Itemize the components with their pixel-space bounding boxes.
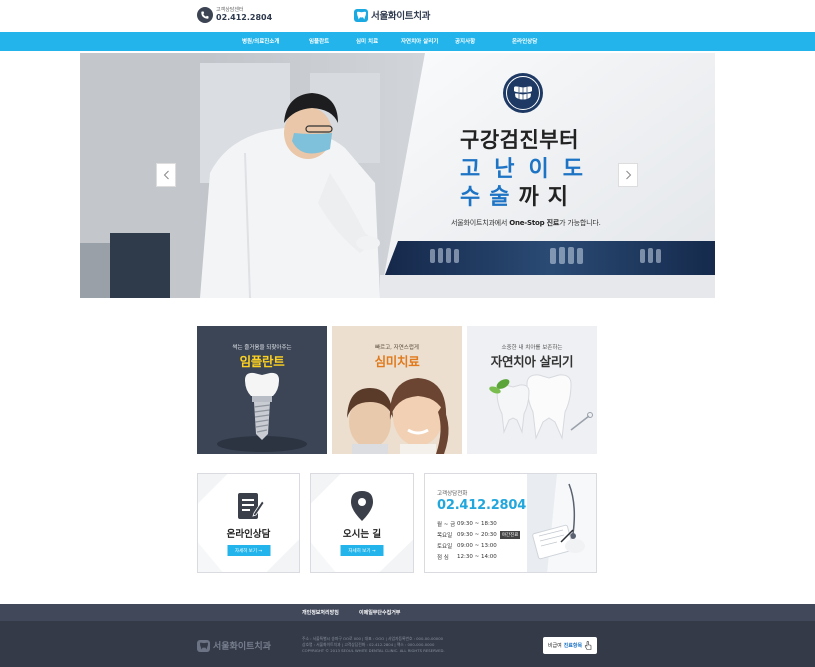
online-consult-box: 온라인상담 자세히 보기 → xyxy=(197,473,300,573)
hours-day: 월 ~ 금 xyxy=(437,521,456,528)
footer-btn-prefix: 비급여 xyxy=(547,643,562,649)
hours-day: 목요일 xyxy=(437,532,453,539)
card-implant-title: 임플란트 xyxy=(239,354,285,369)
hero-banner: 구강검진부터 고난이도 수술까지 서울화이트치과에서 One-Stop 진료가 … xyxy=(80,53,715,298)
hours-time: 09:30 ~ 18:30 xyxy=(457,520,497,527)
consult-document-icon xyxy=(237,493,264,519)
hero-subtitle: 서울화이트치과에서 One-Stop 진료가 가능합니다. xyxy=(451,218,601,228)
chevron-left-icon xyxy=(163,170,169,180)
hero-headline-3: 수술까지 xyxy=(460,179,577,211)
card-aesthetic[interactable]: 빠르고, 자연스럽게 심미치료 xyxy=(332,326,462,454)
nav-item-aesthetic[interactable]: 심미 치료 xyxy=(356,37,378,45)
hero-headline-3-blue: 수술 xyxy=(460,185,519,210)
non-covered-items-button[interactable]: 비급여 진료항목 xyxy=(543,637,597,654)
footer-btn-bold: 진료항목 xyxy=(563,643,583,649)
hero-sub-prefix: 서울화이트치과에서 xyxy=(451,219,510,227)
hours-row: 월 ~ 금 09:30 ~ 18:30 xyxy=(437,518,520,529)
nav-item-about[interactable]: 병원/의료진소개 xyxy=(242,37,279,45)
footer: 서울화이트치과 주소 : 서울특별시 송파구 OO로 000 | 대표 : OO… xyxy=(0,621,815,667)
footer-company-info: 주소 : 서울특별시 송파구 OO로 000 | 대표 : OOO | 사업자등… xyxy=(302,636,445,654)
contact-phone-number[interactable]: 02.412.2804 xyxy=(437,498,526,513)
directions-title: 오시는 길 xyxy=(342,529,382,540)
footer-copyright: COPYRIGHT © 2013 SEOUL WHITE DENTAL CLIN… xyxy=(302,648,445,653)
hand-pointer-icon xyxy=(584,641,592,650)
phone-number: 02.412.2804 xyxy=(216,13,273,22)
hero-headline-1: 구강검진부터 xyxy=(460,128,579,152)
night-clinic-badge: 야간진료 xyxy=(499,530,521,539)
directions-box: 오시는 길 자세히 보기 → xyxy=(310,473,414,573)
nav-item-online-consult[interactable]: 온라인상담 xyxy=(512,37,537,45)
hours-time: 09:00 ~ 13:00 xyxy=(457,542,497,549)
hours-day: 토요일 xyxy=(437,543,453,550)
nav-item-implant[interactable]: 임플란트 xyxy=(309,37,329,45)
contact-label: 고객상담전화 xyxy=(437,491,468,497)
privacy-policy-link[interactable]: 개인정보처리방침 xyxy=(302,609,339,616)
email-policy-link[interactable]: 이메일무단수집거부 xyxy=(359,609,400,616)
card-aesthetic-subtitle: 빠르고, 자연스럽게 xyxy=(375,345,419,351)
logo-text: 서울화이트치과 xyxy=(371,11,431,22)
slider-prev-button[interactable] xyxy=(156,163,176,187)
hours-row: 점 심 12:30 ~ 14:00 xyxy=(437,551,520,562)
map-pin-icon xyxy=(351,491,373,521)
hours-row: 토요일 09:00 ~ 13:00 xyxy=(437,540,520,551)
hours-time: 12:30 ~ 14:00 xyxy=(457,553,497,560)
phone-icon xyxy=(197,7,213,23)
footer-links-bar: 개인정보처리방침 이메일무단수집거부 xyxy=(0,604,815,621)
hero-sub-bold: One-Stop 진료 xyxy=(509,219,560,227)
doctor-writing-image xyxy=(527,474,596,572)
card-natural-tooth-subtitle: 소중한 내 치아를 보존하는 xyxy=(501,345,563,351)
footer-logo: 서울화이트치과 xyxy=(197,639,271,652)
card-implant-subtitle: 썩는 즐거움을 되찾아주는 xyxy=(232,345,292,351)
top-header: 고객상담센터 02.412.2804 서울화이트치과 xyxy=(0,0,815,32)
online-consult-more-button[interactable]: 자세히 보기 → xyxy=(227,545,270,556)
card-natural-tooth[interactable]: 소중한 내 치아를 보존하는 자연치아 살리기 xyxy=(467,326,597,454)
online-consult-title: 온라인상담 xyxy=(226,529,271,540)
contact-hours-box: 고객상담전화 02.412.2804 월 ~ 금 09:30 ~ 18:30 목… xyxy=(424,473,597,573)
dental-badge-icon xyxy=(503,73,543,113)
tooth-logo-icon xyxy=(354,8,368,22)
card-aesthetic-title: 심미치료 xyxy=(374,354,420,369)
office-hours: 월 ~ 금 09:30 ~ 18:30 목요일 09:30 ~ 20:30 야간… xyxy=(437,518,521,562)
chevron-right-icon xyxy=(625,170,631,180)
card-natural-tooth-title: 자연치아 살리기 xyxy=(490,354,574,369)
footer-logo-text: 서울화이트치과 xyxy=(213,642,271,652)
nav-item-natural-tooth[interactable]: 자연치아 살리기 xyxy=(401,37,438,45)
directions-more-button[interactable]: 자세히 보기 → xyxy=(340,545,384,556)
slider-next-button[interactable] xyxy=(618,163,638,187)
nav-item-notice[interactable]: 공지사항 xyxy=(455,37,475,45)
card-implant[interactable]: 썩는 즐거움을 되찾아주는 임플란트 xyxy=(197,326,327,454)
tooth-logo-icon xyxy=(197,639,210,652)
main-nav: 병원/의료진소개 임플란트 심미 치료 자연치아 살리기 공지사항 온라인상담 xyxy=(0,32,815,51)
hero-headline-3-dark: 까지 xyxy=(518,185,577,210)
hero-sub-suffix: 가 가능합니다. xyxy=(559,219,601,227)
site-logo[interactable]: 서울화이트치과 xyxy=(354,8,430,22)
header-phone[interactable]: 고객상담센터 02.412.2804 xyxy=(197,7,272,23)
hours-time: 09:30 ~ 20:30 xyxy=(457,531,497,538)
hours-day: 점 심 xyxy=(437,554,449,561)
hours-row: 목요일 09:30 ~ 20:30 야간진료 xyxy=(437,529,521,540)
